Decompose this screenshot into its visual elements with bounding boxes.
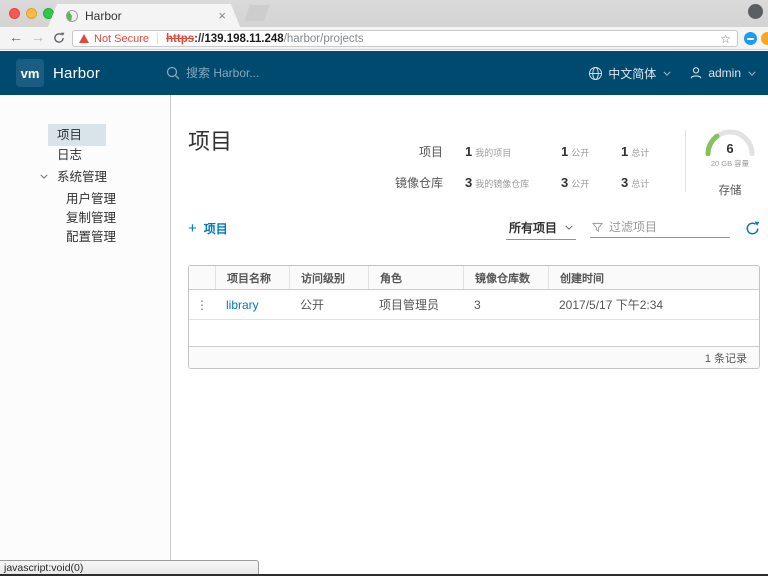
storage-label: 存储 <box>718 185 742 197</box>
summary-panel: 项目 1 我的项目 1 公开 1 总计 镜像仓库 3 我的镜像仓库 3 公开 3… <box>395 126 760 198</box>
harbor-favicon-icon <box>66 10 78 22</box>
stat-public-projects: 1 公开 <box>561 144 590 159</box>
projects-table: 项目名称 访问级别 角色 镜像仓库数 创建时间 ⋮ library 公开 项目管… <box>188 265 760 369</box>
url-protocol: https <box>166 32 195 45</box>
filter-funnel-icon <box>592 222 603 232</box>
new-tab-button[interactable] <box>244 5 270 21</box>
omnibox-divider <box>157 33 159 44</box>
col-role: 角色 <box>368 266 463 289</box>
cell-access-level: 公开 <box>300 298 325 312</box>
search-input[interactable] <box>186 66 386 80</box>
globe-icon <box>589 66 603 80</box>
chevron-down-icon <box>40 174 48 179</box>
project-type-selected: 所有项目 <box>508 220 557 235</box>
not-secure-warning-icon <box>79 34 89 43</box>
close-window-button[interactable] <box>9 8 20 19</box>
cell-role: 项目管理员 <box>379 298 440 312</box>
tab-title: Harbor <box>85 8 122 23</box>
storage-capacity-label: 20 GB 容量 <box>710 159 750 168</box>
stat-my-projects: 1 我的项目 <box>465 144 512 159</box>
row-actions-kebab-icon[interactable]: ⋮ <box>196 298 208 312</box>
language-label: 中文简体 <box>608 66 657 81</box>
table-header: 项目名称 访问级别 角色 镜像仓库数 创建时间 <box>189 266 759 290</box>
address-bar[interactable]: Not Secure https :// 139.198.11.248 /har… <box>72 30 738 47</box>
app-brand: Harbor <box>53 64 101 82</box>
sidebar-item-user-management[interactable]: 用户管理 <box>0 190 170 208</box>
project-link[interactable]: library <box>226 298 259 312</box>
chevron-down-icon <box>663 71 671 76</box>
sidebar-item-configuration-management[interactable]: 配置管理 <box>0 228 170 246</box>
project-list-toolbar: + 项目 所有项目 <box>188 217 760 240</box>
main-page: 项目 项目 1 我的项目 1 公开 1 总计 镜像仓库 3 我的镜像仓库 3 公… <box>172 95 768 576</box>
global-search[interactable] <box>166 51 386 95</box>
refresh-icon <box>746 220 760 234</box>
cell-repo-count: 3 <box>474 297 481 312</box>
storage-gauge: 6 20 GB 容量 存储 <box>700 126 760 198</box>
bookmark-star-icon[interactable]: ☆ <box>720 32 731 46</box>
browser-toolbar: ← → Not Secure https :// 139.198.11.248 … <box>0 27 768 50</box>
url-separator: :// <box>194 32 205 45</box>
url-path: /harbor/projects <box>283 32 364 45</box>
not-secure-label: Not Secure <box>94 32 150 45</box>
plus-icon: + <box>188 219 197 237</box>
reload-icon[interactable] <box>53 32 65 44</box>
stat-my-repos: 3 我的镜像仓库 <box>465 175 530 190</box>
stats-grid: 项目 1 我的项目 1 公开 1 总计 镜像仓库 3 我的镜像仓库 3 公开 3… <box>395 143 679 192</box>
record-count-label: 1 条记录 <box>704 352 747 365</box>
extension-orange-icon[interactable] <box>761 32 768 45</box>
chevron-down-icon <box>748 71 756 76</box>
user-menu[interactable]: admin <box>689 66 756 80</box>
back-icon[interactable]: ← <box>9 29 23 45</box>
vmware-logo: vm <box>16 59 44 87</box>
storage-used-value: 6 <box>726 141 734 156</box>
refresh-button[interactable] <box>745 220 760 236</box>
tab-close-icon[interactable]: × <box>218 9 226 22</box>
stats-row-label: 镜像仓库 <box>394 176 443 190</box>
screen: Harbor × ← → Not Secure https :// 139.19… <box>0 0 768 576</box>
cell-created-time: 2017/5/17 下午2:34 <box>559 298 664 312</box>
new-project-label: 项目 <box>203 221 228 236</box>
sidebar-nav: 项目 日志 系统管理 用户管理 复制管理 配置管理 <box>0 95 171 576</box>
stat-public-repos: 3 公开 <box>561 175 590 190</box>
stats-divider <box>685 130 686 192</box>
stats-row-label: 项目 <box>418 145 443 159</box>
table-footer: 1 条记录 <box>189 346 759 368</box>
col-repo-count: 镜像仓库数 <box>463 266 548 289</box>
forward-icon[interactable]: → <box>31 29 45 45</box>
project-type-dropdown[interactable]: 所有项目 <box>505 217 576 240</box>
project-filter[interactable] <box>590 218 730 238</box>
language-menu[interactable]: 中文简体 <box>588 65 671 82</box>
header-actions: 中文简体 admin <box>570 51 756 95</box>
col-created-time: 创建时间 <box>548 266 759 289</box>
minimize-window-button[interactable] <box>26 8 37 19</box>
search-icon <box>166 66 180 80</box>
sidebar-item-logs[interactable]: 日志 <box>0 146 170 164</box>
table-row: ⋮ library 公开 项目管理员 3 2017/5/17 下午2:34 <box>189 290 759 320</box>
browser-tab-bar: Harbor × <box>0 0 768 27</box>
new-project-button[interactable]: + 项目 <box>188 220 228 237</box>
browser-profile-icon[interactable] <box>748 4 763 19</box>
stat-total-repos: 3 总计 <box>621 175 650 190</box>
filter-input[interactable] <box>609 220 719 234</box>
sidebar-item-projects[interactable]: 项目 <box>0 124 170 146</box>
browser-tab[interactable]: Harbor × <box>48 4 240 27</box>
url-domain: 139.198.11.248 <box>204 32 284 45</box>
sidebar-item-system-management[interactable]: 系统管理 <box>0 168 170 186</box>
harbor-header: vm Harbor 中文简体 adm <box>0 51 768 95</box>
browser-status-bubble: javascript:void(0) <box>0 560 259 574</box>
col-project-name: 项目名称 <box>215 266 289 289</box>
col-access-level: 访问级别 <box>289 266 368 289</box>
table-empty-space <box>189 320 759 346</box>
sidebar-item-replication-management[interactable]: 复制管理 <box>0 209 170 227</box>
username-label: admin <box>708 66 741 80</box>
user-icon <box>690 67 702 79</box>
stat-total-projects: 1 总计 <box>621 144 650 159</box>
extension-blue-icon[interactable] <box>744 32 757 45</box>
chevron-down-icon <box>565 225 573 230</box>
